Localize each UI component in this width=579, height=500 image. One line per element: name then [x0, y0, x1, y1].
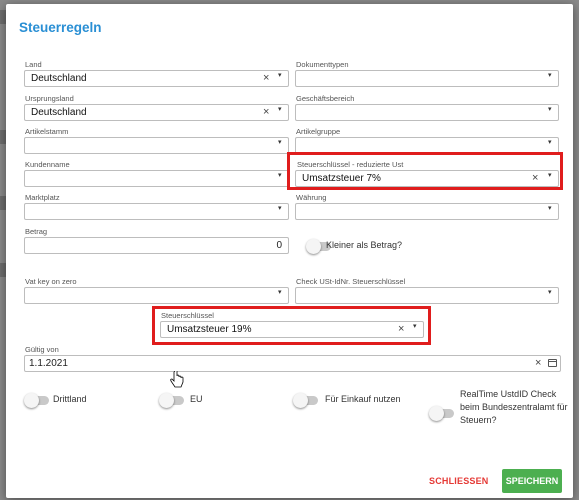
ursprungsland-value: Deutschland	[31, 107, 87, 118]
chevron-down-icon[interactable]	[548, 71, 552, 79]
chevron-down-icon[interactable]	[548, 105, 552, 113]
betrag-input[interactable]: 0	[24, 237, 289, 254]
clear-icon[interactable]: ×	[398, 323, 404, 335]
hand-cursor-icon	[170, 371, 184, 388]
chevron-down-icon[interactable]	[548, 138, 552, 146]
tax-rules-dialog: Steuerregeln Land Deutschland × Dokument…	[6, 4, 573, 498]
einkauf-toggle[interactable]	[293, 393, 318, 408]
marktplatz-select[interactable]	[24, 203, 289, 220]
kundenname-label: Kundenname	[25, 160, 70, 169]
betrag-label: Betrag	[25, 227, 48, 236]
artikelstamm-label: Artikelstamm	[25, 127, 69, 136]
save-button[interactable]: SPEICHERN	[502, 469, 562, 493]
steuerschluessel-select[interactable]: Umsatzsteuer 19% ×	[160, 321, 424, 338]
clear-icon[interactable]: ×	[263, 106, 269, 118]
check-ust-select[interactable]	[295, 287, 559, 304]
drittland-label: Drittland	[53, 394, 87, 404]
dialog-title: Steuerregeln	[19, 20, 102, 35]
chevron-down-icon[interactable]	[278, 204, 282, 212]
clear-icon[interactable]: ×	[263, 72, 269, 84]
chevron-down-icon[interactable]	[278, 138, 282, 146]
geschaeftsbereich-select[interactable]	[295, 104, 559, 121]
ursprungsland-label: Ursprungsland	[25, 94, 74, 103]
gueltig-von-value: 1.1.2021	[29, 358, 68, 369]
chevron-down-icon[interactable]	[548, 204, 552, 212]
waehrung-label: Währung	[296, 193, 327, 202]
drittland-toggle[interactable]	[24, 393, 49, 408]
dokumenttypen-label: Dokumenttypen	[296, 60, 349, 69]
artikelgruppe-label: Artikelgruppe	[296, 127, 341, 136]
vat-key-zero-label: Vat key on zero	[25, 277, 77, 286]
land-label: Land	[25, 60, 42, 69]
realtime-label: RealTime UstdID Check beim Bundeszentral…	[460, 389, 568, 425]
chevron-down-icon[interactable]	[413, 322, 417, 330]
clear-icon[interactable]: ×	[535, 357, 541, 369]
waehrung-select[interactable]	[295, 203, 559, 220]
check-ust-label: Check USt-IdNr. Steuerschlüssel	[296, 277, 406, 286]
steuerschluessel-value: Umsatzsteuer 19%	[167, 324, 252, 335]
land-value: Deutschland	[31, 73, 87, 84]
land-select[interactable]: Deutschland ×	[24, 70, 289, 87]
artikelstamm-select[interactable]	[24, 137, 289, 154]
highlight-box	[287, 152, 563, 190]
geschaeftsbereich-label: Geschäftsbereich	[296, 94, 355, 103]
kundenname-select[interactable]	[24, 170, 289, 187]
einkauf-label: Für Einkauf nutzen	[325, 394, 401, 404]
realtime-toggle[interactable]	[429, 406, 454, 421]
gueltig-von-label: Gültig von	[25, 345, 59, 354]
close-button[interactable]: SCHLIESSEN	[429, 476, 489, 486]
chevron-down-icon[interactable]	[278, 171, 282, 179]
chevron-down-icon[interactable]	[548, 288, 552, 296]
chevron-down-icon[interactable]	[278, 288, 282, 296]
kleiner-als-betrag-label: Kleiner als Betrag?	[326, 240, 403, 250]
vat-key-zero-select[interactable]	[24, 287, 289, 304]
chevron-down-icon[interactable]	[278, 71, 282, 79]
ursprungsland-select[interactable]: Deutschland ×	[24, 104, 289, 121]
steuerschluessel-label: Steuerschlüssel	[161, 311, 214, 320]
dokumenttypen-select[interactable]	[295, 70, 559, 87]
chevron-down-icon[interactable]	[278, 105, 282, 113]
eu-toggle[interactable]	[159, 393, 184, 408]
gueltig-von-input[interactable]: 1.1.2021 ×	[24, 355, 561, 372]
marktplatz-label: Marktplatz	[25, 193, 60, 202]
calendar-icon[interactable]	[548, 359, 557, 367]
betrag-value: 0	[276, 240, 282, 251]
eu-label: EU	[190, 394, 203, 404]
